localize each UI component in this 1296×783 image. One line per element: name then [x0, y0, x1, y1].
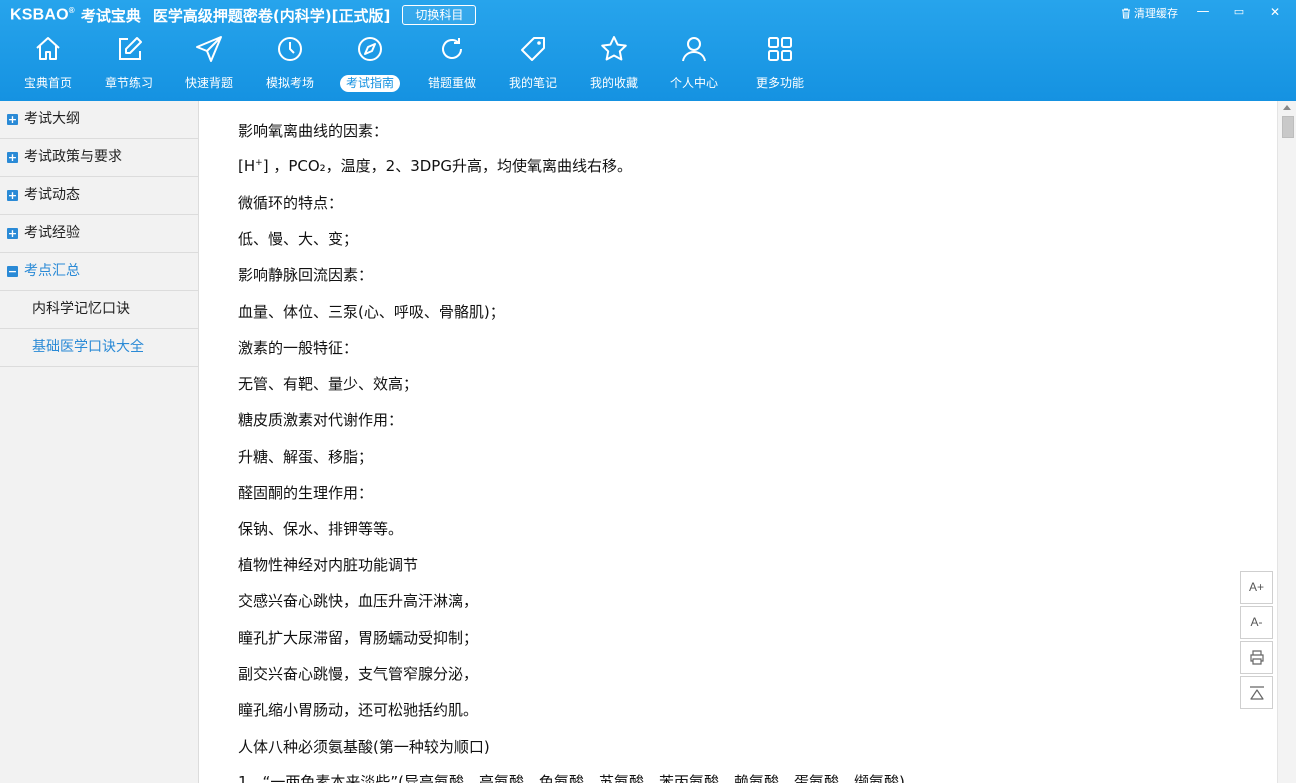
nav-my-notes[interactable]: 我的笔记	[493, 30, 573, 96]
back-to-top-icon	[1249, 686, 1264, 700]
content-line: 人体八种必须氨基酸(第一种较为顺口)	[238, 738, 490, 756]
content-line: [H+] ，PCO₂，温度，2、3DPG升高，均使氧离曲线右移。	[238, 157, 632, 175]
sidebar-subitem-basic-medicine-mnemonics[interactable]: 基础医学口诀大全	[0, 329, 198, 367]
sidebar: + 考试大纲 + 考试政策与要求 + 考试动态 + 考试经验 − 考点汇总 内科…	[0, 101, 199, 783]
nav-personal-center[interactable]: 个人中心	[654, 30, 734, 96]
content-line: 低、慢、大、变；	[238, 230, 359, 248]
subject-title: 医学高级押题密卷(内科学)[正式版]	[152, 6, 391, 25]
brand-logo: KSBAO®	[10, 5, 75, 24]
title-bar: KSBAO® 考试宝典 医学高级押题密卷(内科学)[正式版] 切换科目 清理缓存…	[0, 0, 1296, 101]
content-line: 影响氧离曲线的因素：	[238, 122, 389, 140]
home-icon	[36, 37, 60, 60]
brand: KSBAO® 考试宝典 医学高级押题密卷(内科学)[正式版] 切换科目	[10, 4, 477, 26]
collapse-icon: −	[7, 265, 18, 278]
nav-my-favorites[interactable]: 我的收藏	[574, 30, 654, 96]
content-line: 无管、有靶、量少、效高；	[238, 375, 419, 393]
sidebar-item-exam-policy[interactable]: + 考试政策与要求	[0, 139, 198, 177]
edit-icon	[119, 37, 142, 60]
nav-exam-guide[interactable]: 考试指南	[330, 30, 410, 96]
sidebar-item-exam-experience[interactable]: + 考试经验	[0, 215, 198, 253]
content-line: 激素的一般特征：	[238, 339, 359, 357]
sidebar-item-exam-outline[interactable]: + 考试大纲	[0, 101, 198, 139]
content-line: 微循环的特点：	[238, 194, 344, 212]
minimize-button[interactable]: —	[1192, 2, 1214, 22]
expand-icon: +	[7, 227, 18, 240]
scroll-up-arrow-icon[interactable]	[1283, 105, 1291, 110]
tag-icon	[521, 37, 545, 61]
content-line: 醛固酮的生理作用：	[238, 484, 374, 502]
user-icon	[682, 37, 706, 62]
printer-icon	[1249, 650, 1264, 665]
vertical-scrollbar[interactable]	[1277, 101, 1296, 783]
content-line: 升糖、解蛋、移脂；	[238, 448, 374, 466]
expand-icon: +	[7, 113, 18, 126]
content-line: 交感兴奋心跳快，血压升高汗淋漓，	[238, 592, 479, 610]
content-line: 保钠、保水、排钾等等。	[238, 520, 404, 538]
back-to-top-button[interactable]	[1240, 676, 1273, 709]
compass-icon	[358, 37, 382, 61]
grid-icon	[768, 37, 792, 61]
content-line: 瞳孔扩大尿滞留，胃肠蠕动受抑制；	[238, 629, 479, 647]
nav-home[interactable]: 宝典首页	[8, 30, 88, 96]
clock-icon	[278, 37, 302, 61]
app-name: 考试宝典	[80, 6, 141, 25]
content-line: 血量、体位、三泵(心、呼吸、骨骼肌)；	[238, 303, 505, 321]
font-decrease-button[interactable]: A-	[1240, 606, 1273, 639]
nav-chapter-practice[interactable]: 章节练习	[89, 30, 169, 96]
main-nav: 宝典首页 章节练习 快速背题 模拟考场 考试指南 错题重做 我的笔记 我的收藏	[0, 30, 900, 100]
nav-redo-mistakes[interactable]: 错题重做	[412, 30, 492, 96]
article-content: 影响氧离曲线的因素： [H+] ，PCO₂，温度，2、3DPG升高，均使氧离曲线…	[199, 101, 1277, 783]
nav-quick-review[interactable]: 快速背题	[169, 30, 249, 96]
trash-icon	[1122, 8, 1130, 18]
reading-tools: A+ A-	[1240, 571, 1273, 711]
star-icon	[601, 36, 627, 61]
nav-mock-exam[interactable]: 模拟考场	[250, 30, 330, 96]
close-button[interactable]: ✕	[1264, 2, 1286, 22]
content-line: 植物性神经对内脏功能调节	[238, 556, 419, 574]
scroll-thumb[interactable]	[1282, 116, 1294, 138]
send-icon	[196, 36, 222, 62]
nav-more-features[interactable]: 更多功能	[740, 30, 820, 96]
refresh-icon	[442, 38, 462, 59]
content-line: 糖皮质激素对代谢作用：	[238, 411, 404, 429]
expand-icon: +	[7, 189, 18, 202]
sidebar-subitem-internal-medicine-mnemonics[interactable]: 内科学记忆口诀	[0, 291, 198, 329]
clear-cache-button[interactable]: 清理缓存	[1121, 5, 1178, 21]
expand-icon: +	[7, 151, 18, 164]
content-line: 1、“一两色素本来淡些”(异亮氨酸、亮氨酸、色氨酸、苏氨酸、苯丙氨酸、赖氨酸、蛋…	[238, 773, 905, 783]
content-line: 瞳孔缩小胃肠动，还可松驰括约肌。	[238, 701, 479, 719]
restore-button[interactable]: ▭	[1228, 2, 1250, 22]
sidebar-item-exam-news[interactable]: + 考试动态	[0, 177, 198, 215]
content-line: 副交兴奋心跳慢，支气管窄腺分泌，	[238, 665, 479, 683]
switch-subject-button[interactable]: 切换科目	[402, 5, 477, 25]
font-increase-button[interactable]: A+	[1240, 571, 1273, 604]
sidebar-item-key-points[interactable]: − 考点汇总	[0, 253, 198, 291]
content-line: 影响静脉回流因素：	[238, 266, 374, 284]
print-button[interactable]	[1240, 641, 1273, 674]
